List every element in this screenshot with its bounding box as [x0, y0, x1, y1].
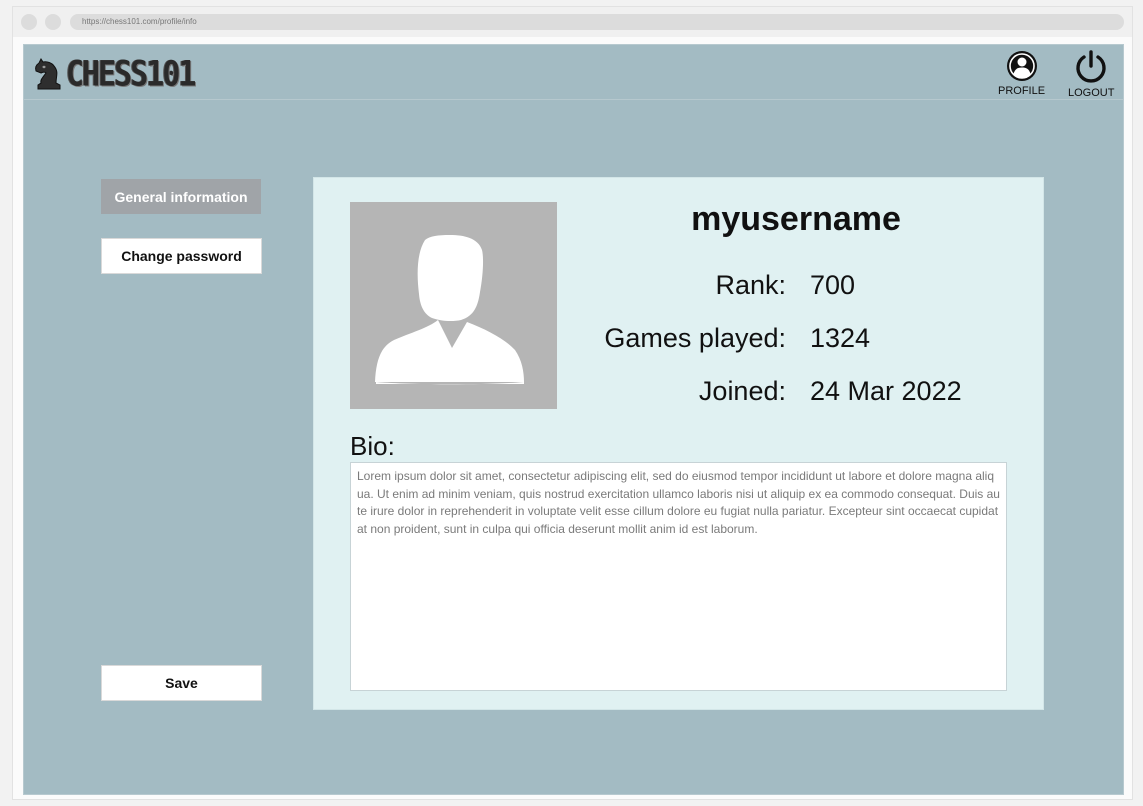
- browser-toolbar: https://chess101.com/profile/info: [13, 7, 1132, 37]
- stat-rank: Rank: 700: [554, 270, 1034, 304]
- top-navigation-bar: CHESS101 PROFILE LOGOUT: [24, 45, 1123, 100]
- bio-label: Bio:: [350, 431, 395, 461]
- logo-text: CHESS101: [66, 53, 196, 95]
- logout-button[interactable]: LOGOUT: [1068, 49, 1114, 99]
- stat-value: 1324: [810, 323, 871, 353]
- logout-label: LOGOUT: [1068, 87, 1115, 99]
- stat-games-played: Games played: 1324: [554, 323, 1034, 357]
- browser-window: https://chess101.com/profile/info CHESS1…: [12, 6, 1133, 800]
- avatar[interactable]: [350, 202, 557, 409]
- stat-label: Rank:: [715, 270, 786, 300]
- chess-knight-icon: [35, 58, 61, 90]
- stat-value: 24 Mar 2022: [810, 376, 962, 406]
- stat-value: 700: [810, 270, 856, 300]
- username-heading: myusername: [691, 200, 901, 238]
- site-logo[interactable]: CHESS101: [32, 53, 196, 95]
- profile-label: PROFILE: [998, 85, 1046, 97]
- stat-joined: Joined: 24 Mar 2022: [554, 376, 1034, 410]
- window-control-dot[interactable]: [45, 14, 61, 30]
- tab-change-password[interactable]: Change password: [101, 238, 262, 274]
- app-container: CHESS101 PROFILE LOGOUT General informat…: [23, 44, 1124, 795]
- user-silhouette-icon: [375, 235, 524, 385]
- user-circle-icon: [1006, 51, 1037, 81]
- tab-general-information[interactable]: General information: [101, 179, 261, 214]
- window-control-dot[interactable]: [21, 14, 37, 30]
- save-button[interactable]: Save: [101, 665, 262, 701]
- bio-textarea[interactable]: Lorem ipsum dolor sit amet, consectetur …: [350, 462, 1007, 691]
- profile-button[interactable]: PROFILE: [998, 49, 1045, 97]
- power-icon: [1076, 50, 1106, 83]
- profile-card: myusername Rank: 700 Games played: 1324 …: [313, 177, 1044, 710]
- address-bar[interactable]: https://chess101.com/profile/info: [70, 14, 1124, 30]
- stat-label: Games played:: [604, 323, 786, 353]
- stat-label: Joined:: [698, 376, 786, 406]
